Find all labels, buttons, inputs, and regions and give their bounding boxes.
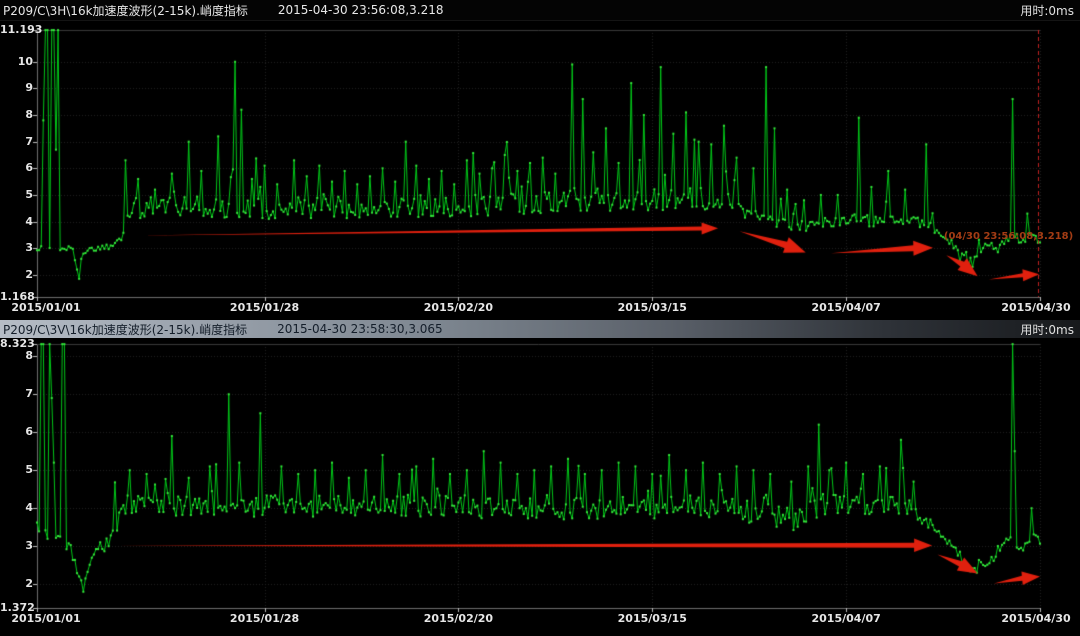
vibration-trend-app: 1.168234567891011.1932015/01/012015/01/2… [0, 0, 1080, 636]
panel-3h-elapsed-time: 用时:0ms [1020, 2, 1074, 19]
panel-3v-title: P209/C\3V\16k加速度波形(2-15k).峭度指标 [3, 321, 247, 338]
panel-3v-cursor-readout: 2015-04-30 23:58:30,3.065 [277, 322, 443, 336]
trend-charts-plot-area[interactable] [0, 0, 1080, 636]
panel-3h-titlebar[interactable]: P209/C\3H\16k加速度波形(2-15k).峭度指标 2015-04-3… [0, 0, 1080, 21]
panel-3h-title: P209/C\3H\16k加速度波形(2-15k).峭度指标 [3, 2, 248, 19]
panel-3h-cursor-readout: 2015-04-30 23:56:08,3.218 [278, 3, 444, 17]
panel-3v-elapsed-time: 用时:0ms [1020, 321, 1074, 338]
panel-3v-titlebar-selected[interactable]: P209/C\3V\16k加速度波形(2-15k).峭度指标 2015-04-3… [0, 320, 1080, 338]
